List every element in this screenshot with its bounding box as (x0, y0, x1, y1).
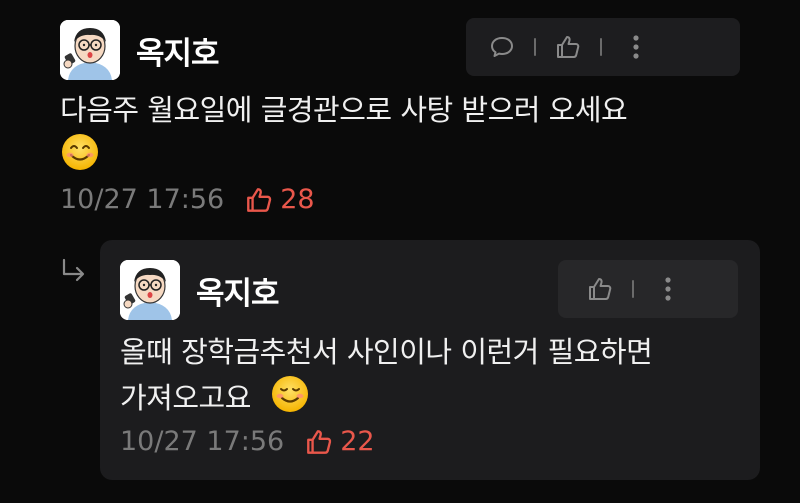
like-count-value: 22 (340, 426, 375, 457)
author-name[interactable]: 옥지호 (136, 28, 220, 73)
reply-action-bar (558, 260, 738, 318)
more-options-button[interactable] (648, 269, 688, 309)
divider (534, 38, 536, 56)
divider (632, 280, 634, 298)
divider (600, 38, 602, 56)
like-button[interactable] (548, 27, 588, 67)
like-count-value: 28 (280, 184, 315, 215)
comment-meta: 10/27 17:56 28 (60, 184, 315, 215)
like-button[interactable] (580, 269, 620, 309)
reply-arrow-icon (60, 258, 88, 290)
more-vertical-icon (665, 277, 671, 301)
avatar-cartoon-icon (120, 260, 180, 320)
like-count[interactable]: 22 (304, 426, 375, 457)
thumbs-up-icon (307, 429, 332, 454)
speech-bubble-icon (491, 37, 513, 57)
more-vertical-icon (633, 35, 639, 59)
avatar[interactable] (60, 20, 120, 80)
reply-button[interactable] (482, 27, 522, 67)
comment-text: 다음주 월요일에 글경관으로 사탕 받으러 오세요 (60, 88, 628, 184)
timestamp: 10/27 17:56 (120, 426, 285, 457)
smiling-face-emoji-icon (270, 374, 310, 426)
timestamp: 10/27 17:56 (60, 184, 225, 215)
avatar[interactable] (120, 260, 180, 320)
comment-action-bar (466, 18, 740, 76)
reply-text: 올때 장학금추천서 사인이나 이런거 필요하면 가져오고요 (120, 330, 653, 426)
thumbs-up-icon (247, 187, 272, 212)
author-name[interactable]: 옥지호 (196, 268, 280, 313)
reply-text-line: 가져오고요 (120, 381, 251, 415)
thumbs-up-icon (557, 36, 580, 58)
like-count[interactable]: 28 (244, 184, 315, 215)
reply-meta: 10/27 17:56 22 (120, 426, 375, 457)
comment: 옥지호 다음주 월요일에 글경관으로 사탕 받으러 오세요 10/27 17:5… (0, 0, 800, 240)
thumbs-up-icon (589, 278, 612, 300)
smiling-face-emoji-icon (60, 132, 100, 184)
avatar-cartoon-icon (60, 20, 120, 80)
more-options-button[interactable] (616, 27, 656, 67)
reply-text-line: 올때 장학금추천서 사인이나 이런거 필요하면 (120, 335, 653, 369)
comment-text-line: 다음주 월요일에 글경관으로 사탕 받으러 오세요 (60, 93, 628, 127)
reply-card: 옥지호 올때 장학금추천서 사인이나 이런거 필요하면 가져오고요 10/27 … (100, 240, 760, 480)
